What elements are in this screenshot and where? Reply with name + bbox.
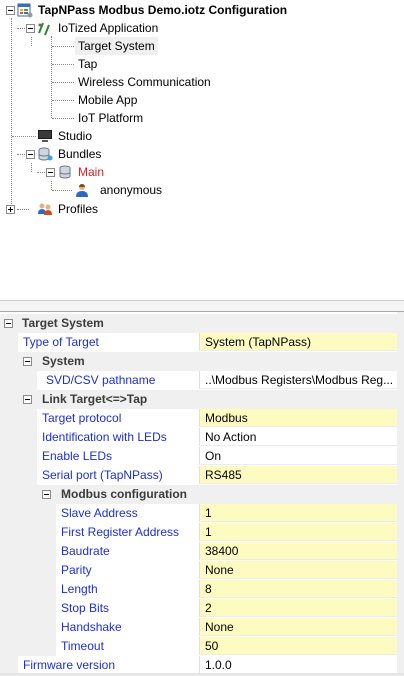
vertical-scrollbar[interactable]	[397, 312, 404, 676]
tree-connector	[12, 136, 36, 137]
serial-port-value[interactable]: RS485	[199, 466, 397, 484]
property-label: Parity	[61, 563, 92, 577]
expand-toggle[interactable]	[6, 205, 15, 214]
tree-item-main[interactable]: Main	[78, 163, 104, 181]
identification-leds-value[interactable]: No Action	[199, 428, 397, 446]
property-label: First Register Address	[61, 525, 180, 539]
collapse-toggle[interactable]	[4, 319, 13, 328]
enable-leds-value[interactable]: On	[199, 447, 397, 465]
property-row: Identification with LEDs No Action	[0, 428, 404, 447]
panel-splitter[interactable]	[0, 300, 404, 312]
tree-connector	[52, 100, 74, 101]
profiles-icon	[38, 203, 52, 215]
property-label: Identification with LEDs	[42, 430, 167, 444]
category-system: System	[0, 352, 404, 371]
property-label: SVD/CSV pathname	[46, 373, 156, 387]
property-label: Type of Target	[23, 335, 99, 349]
collapse-toggle[interactable]	[46, 168, 55, 177]
property-label: Stop Bits	[61, 601, 110, 615]
tree-item-iotized-application[interactable]: IoTized Application	[58, 19, 158, 37]
category-label: Target System	[22, 316, 104, 330]
category-link-target-tap: Link Target<=>Tap	[0, 390, 404, 409]
tree-item-wireless-communication[interactable]: Wireless Communication	[78, 73, 211, 91]
stop-bits-value[interactable]: 2	[199, 599, 397, 617]
property-label: Timeout	[61, 639, 104, 653]
property-row: Timeout 50	[0, 637, 404, 656]
property-label: Handshake	[61, 620, 122, 634]
property-row: First Register Address 1	[0, 523, 404, 542]
slave-address-value[interactable]: 1	[199, 504, 397, 522]
iotized-app-icon	[38, 22, 50, 36]
baudrate-value[interactable]: 38400	[199, 542, 397, 560]
property-label: Length	[61, 582, 98, 596]
property-row: Baudrate 38400	[0, 542, 404, 561]
tree-connector	[17, 209, 29, 210]
property-label: Enable LEDs	[42, 449, 113, 463]
tree-connector	[52, 190, 72, 191]
property-row: Type of Target System (TapNPass)	[0, 333, 404, 352]
property-row: Stop Bits 2	[0, 599, 404, 618]
timeout-value[interactable]: 50	[199, 637, 397, 655]
collapse-toggle[interactable]	[6, 6, 15, 15]
target-protocol-value[interactable]: Modbus	[199, 409, 397, 427]
user-icon	[76, 184, 88, 197]
tree-connector	[52, 118, 74, 119]
tree-item-anonymous[interactable]: anonymous	[100, 181, 162, 199]
parity-value[interactable]: None	[199, 561, 397, 579]
configuration-tree: TapNPass Modbus Demo.iotz Configuration …	[0, 0, 404, 300]
handshake-value[interactable]: None	[199, 618, 397, 636]
tree-item-studio[interactable]: Studio	[58, 127, 92, 145]
monitor-icon	[38, 130, 52, 142]
tree-connector	[51, 36, 52, 118]
category-target-system: Target System	[0, 314, 404, 333]
category-label: Modbus configuration	[61, 487, 187, 501]
property-row: Handshake None	[0, 618, 404, 637]
property-row: SVD/CSV pathname ..\Modbus Registers\Mod…	[0, 371, 404, 390]
tree-connector	[11, 18, 12, 210]
property-grid: Target System Type of Target System (Tap…	[0, 312, 404, 676]
category-modbus-configuration: Modbus configuration	[0, 485, 404, 504]
project-config-icon	[17, 3, 33, 18]
database-stack-icon	[38, 147, 53, 161]
property-row: Slave Address 1	[0, 504, 404, 523]
collapse-toggle[interactable]	[26, 150, 35, 159]
tree-item-target-system[interactable]: Target System	[75, 37, 158, 55]
tree-connector	[37, 172, 45, 173]
property-row: Parity None	[0, 561, 404, 580]
property-label: Slave Address	[61, 506, 138, 520]
property-row: Enable LEDs On	[0, 447, 404, 466]
type-of-target-value[interactable]: System (TapNPass)	[199, 333, 397, 351]
collapse-toggle[interactable]	[23, 357, 32, 366]
length-value[interactable]: 8	[199, 580, 397, 598]
tree-root-label[interactable]: TapNPass Modbus Demo.iotz Configuration	[38, 1, 287, 19]
first-register-value[interactable]: 1	[199, 523, 397, 541]
collapse-toggle[interactable]	[23, 395, 32, 404]
svd-pathname-value[interactable]: ..\Modbus Registers\Modbus Reg...	[199, 371, 397, 389]
property-row: Length 8	[0, 580, 404, 599]
tree-item-iot-platform[interactable]: IoT Platform	[78, 109, 143, 127]
collapse-toggle[interactable]	[42, 490, 51, 499]
category-label: Link Target<=>Tap	[42, 392, 148, 406]
collapse-toggle[interactable]	[26, 24, 35, 33]
tree-item-profiles[interactable]: Profiles	[58, 200, 98, 218]
tree-item-tap[interactable]: Tap	[78, 55, 97, 73]
tree-connector	[52, 82, 74, 83]
tree-connector	[51, 181, 52, 190]
tree-connector	[52, 64, 74, 65]
property-label: Baudrate	[61, 544, 110, 558]
tree-connector	[31, 163, 32, 172]
category-label: System	[42, 354, 85, 368]
firmware-version-value[interactable]: 1.0.0	[199, 656, 397, 674]
tree-item-mobile-app[interactable]: Mobile App	[78, 91, 137, 109]
tree-connector	[52, 46, 74, 47]
database-icon	[59, 165, 71, 179]
property-label: Serial port (TapNPass)	[42, 468, 163, 482]
tree-item-bundles[interactable]: Bundles	[58, 145, 101, 163]
tree-connector	[31, 37, 32, 46]
property-label: Target protocol	[42, 411, 122, 425]
property-row: Target protocol Modbus	[0, 409, 404, 428]
property-row: Serial port (TapNPass) RS485	[0, 466, 404, 485]
